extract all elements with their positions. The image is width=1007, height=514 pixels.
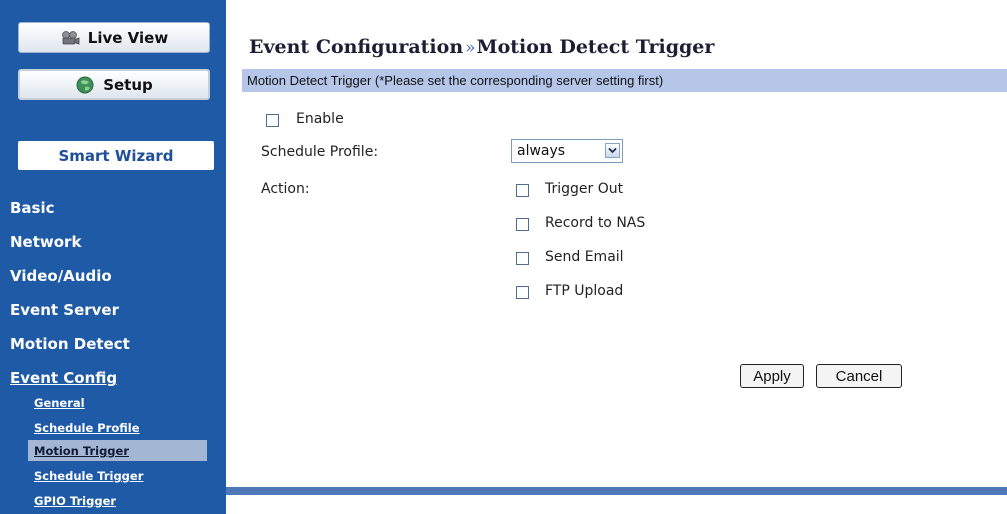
schedule-profile-label: Schedule Profile: (261, 144, 379, 160)
sidebar: Live View Setup Smart Wizard Basic Netwo… (0, 0, 226, 514)
camera-icon (60, 29, 80, 47)
live-view-button[interactable]: Live View (18, 22, 210, 53)
ftp-upload-label: FTP Upload (545, 283, 624, 299)
sub-item-gpio-trigger[interactable]: GPIO Trigger (34, 494, 116, 508)
record-to-nas-checkbox[interactable] (516, 218, 529, 231)
sub-item-schedule-trigger[interactable]: Schedule Trigger (34, 469, 143, 483)
nav-network[interactable]: Network (10, 233, 81, 251)
send-email-checkbox[interactable] (516, 252, 529, 265)
sub-item-motion-trigger[interactable]: Motion Trigger (34, 444, 129, 458)
nav-basic[interactable]: Basic (10, 199, 55, 217)
enable-checkbox[interactable] (266, 114, 279, 127)
smart-wizard-button[interactable]: Smart Wizard (18, 141, 214, 170)
trigger-out-label: Trigger Out (545, 181, 624, 197)
schedule-profile-value: always (517, 143, 566, 159)
sub-item-schedule-profile[interactable]: Schedule Profile (34, 421, 140, 435)
live-view-label: Live View (87, 28, 169, 47)
info-banner: Motion Detect Trigger (*Please set the c… (242, 69, 1007, 92)
ftp-upload-checkbox[interactable] (516, 286, 529, 299)
bottom-divider (226, 487, 1007, 495)
setup-label: Setup (103, 75, 153, 94)
apply-button[interactable]: Apply (740, 364, 804, 388)
sub-item-general[interactable]: General (34, 396, 85, 410)
title-separator: » (465, 38, 476, 58)
page-title-section: Event Configuration (249, 36, 464, 58)
nav-event-config[interactable]: Event Config (10, 369, 117, 387)
send-email-label: Send Email (545, 249, 624, 265)
schedule-profile-select[interactable]: always (511, 139, 623, 163)
main-content: Event Configuration »Motion Detect Trigge… (226, 0, 1007, 514)
setup-globe-icon (75, 76, 95, 94)
enable-label: Enable (296, 111, 344, 127)
cancel-button[interactable]: Cancel (816, 364, 902, 388)
chevron-down-icon[interactable] (605, 143, 620, 158)
nav-motion-detect[interactable]: Motion Detect (10, 335, 130, 353)
nav-video-audio[interactable]: Video/Audio (10, 267, 112, 285)
record-to-nas-label: Record to NAS (545, 215, 646, 231)
page-title: Event Configuration »Motion Detect Trigge… (249, 36, 714, 58)
nav-event-server[interactable]: Event Server (10, 301, 119, 319)
setup-button[interactable]: Setup (18, 69, 210, 100)
action-label: Action: (261, 181, 310, 197)
page-title-page: Motion Detect Trigger (476, 36, 715, 58)
trigger-out-checkbox[interactable] (516, 184, 529, 197)
